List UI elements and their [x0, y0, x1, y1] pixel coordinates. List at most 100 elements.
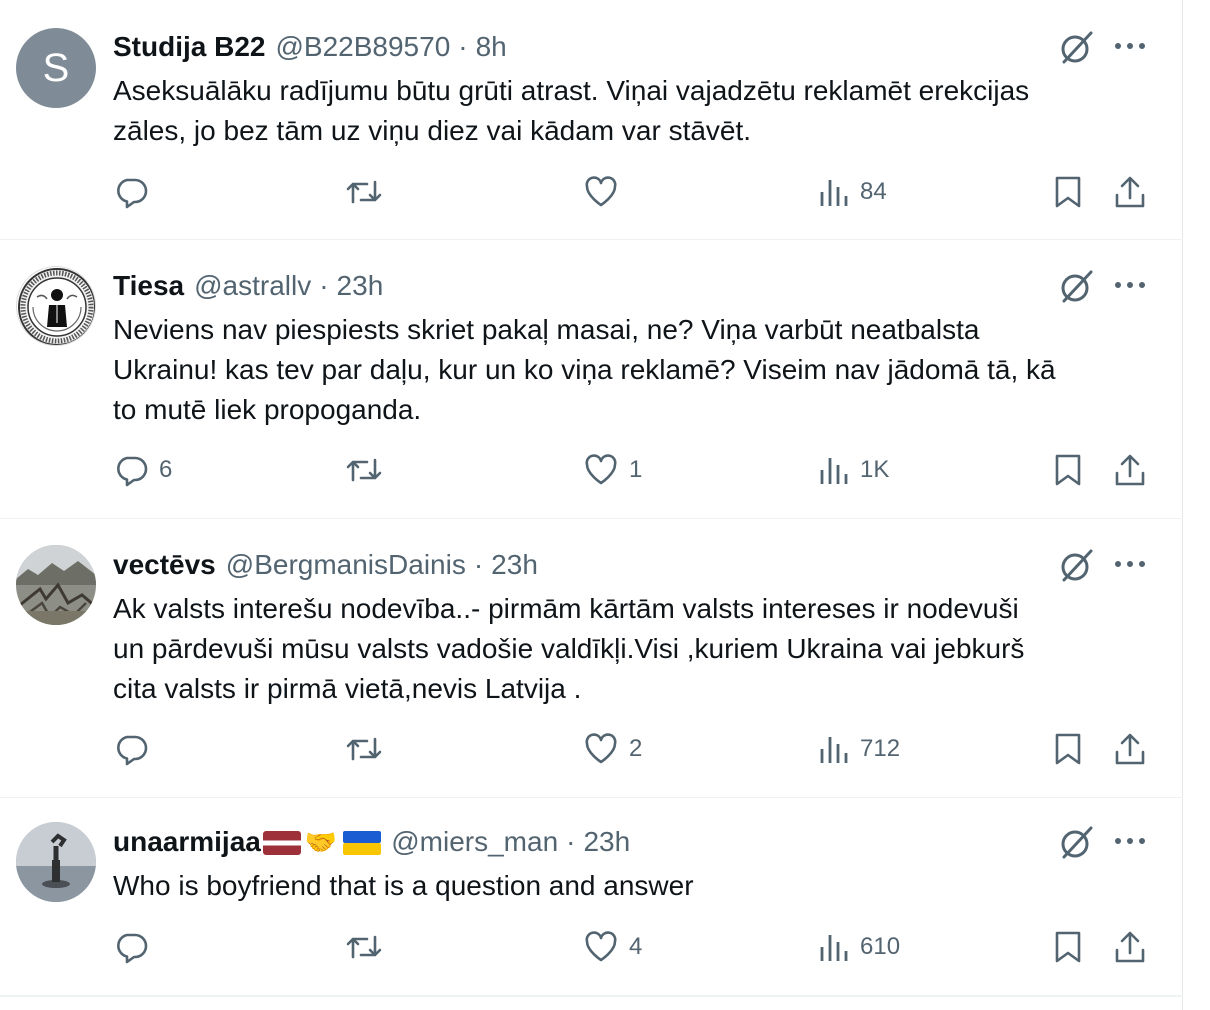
- grok-icon[interactable]: [1058, 823, 1096, 861]
- reply-icon: [113, 174, 149, 210]
- bookmark-button[interactable]: [1052, 731, 1084, 767]
- share-button[interactable]: [1112, 731, 1148, 767]
- bookmark-button[interactable]: [1052, 174, 1084, 210]
- bookmark-button[interactable]: [1052, 452, 1084, 488]
- reply-icon: [113, 452, 149, 488]
- retweet-button[interactable]: [344, 929, 394, 965]
- grok-icon[interactable]: [1058, 28, 1096, 66]
- tweet[interactable]: S Studija B22 @B22B89570 · 8h Aseksuālāk…: [0, 0, 1183, 240]
- timestamp[interactable]: 23h: [583, 826, 630, 858]
- user-handle[interactable]: @BergmanisDainis: [226, 549, 466, 581]
- like-button[interactable]: 2: [583, 731, 642, 767]
- timestamp[interactable]: 23h: [491, 549, 538, 581]
- tweet-header: Tiesa @astrallv · 23h: [113, 268, 383, 304]
- views-icon: [818, 929, 850, 965]
- retweet-icon: [344, 731, 384, 767]
- retweet-icon: [344, 452, 384, 488]
- views-button[interactable]: 84: [818, 174, 887, 210]
- more-icon[interactable]: [1112, 267, 1148, 303]
- share-icon: [1112, 174, 1148, 210]
- tweet-text-line: Aseksuālāku radījumu būtu grūti atrast. …: [113, 75, 1030, 106]
- user-handle[interactable]: @astrallv: [194, 270, 311, 302]
- retweet-button[interactable]: [344, 174, 394, 210]
- avatar[interactable]: S: [16, 28, 96, 108]
- like-button[interactable]: [583, 174, 629, 210]
- avatar[interactable]: [16, 545, 96, 625]
- timestamp[interactable]: 8h: [476, 31, 507, 63]
- grok-icon[interactable]: [1058, 546, 1096, 584]
- reply-count: 6: [159, 456, 173, 483]
- tweet-text-line: Neviens nav piespiests skriet pakaļ masa…: [113, 314, 980, 345]
- timestamp[interactable]: 23h: [337, 270, 384, 302]
- like-button[interactable]: 4: [583, 929, 642, 965]
- views-button[interactable]: 1K: [818, 452, 889, 488]
- views-icon: [818, 174, 850, 210]
- more-icon[interactable]: [1112, 28, 1148, 64]
- separator: ·: [458, 31, 468, 62]
- share-button[interactable]: [1112, 929, 1148, 965]
- bookmark-button[interactable]: [1052, 929, 1084, 965]
- reply-button[interactable]: 6: [113, 452, 172, 488]
- views-button[interactable]: 712: [818, 731, 900, 767]
- display-name[interactable]: Tiesa: [113, 270, 184, 302]
- retweet-icon: [344, 174, 384, 210]
- views-count: 610: [860, 933, 901, 960]
- reply-button[interactable]: [113, 174, 159, 210]
- user-handle[interactable]: @B22B89570: [275, 31, 450, 63]
- separator: ·: [319, 270, 329, 301]
- more-icon[interactable]: [1112, 823, 1148, 859]
- tweet[interactable]: vectēvs @BergmanisDainis · 23h Ak valsts…: [0, 519, 1183, 798]
- tweet-text-line: Ukrainu! kas tev par daļu, kur un ko viņ…: [113, 354, 1056, 385]
- reply-icon: [113, 929, 149, 965]
- display-name[interactable]: unaarmijaa: [113, 826, 261, 858]
- views-icon: [818, 452, 850, 488]
- reply-icon: [113, 731, 149, 767]
- tweet[interactable]: Tiesa @astrallv · 23h Neviens nav piespi…: [0, 240, 1183, 519]
- next-tweet-divider: [0, 996, 1183, 997]
- views-icon: [818, 731, 850, 767]
- action-bar: 6 1 1K: [0, 452, 1183, 496]
- views-count: 712: [860, 735, 901, 762]
- tweet-text: Aseksuālāku radījumu būtu grūti atrast. …: [113, 71, 1153, 151]
- reply-button[interactable]: [113, 929, 159, 965]
- photo-avatar-icon: [16, 822, 96, 902]
- display-name[interactable]: vectēvs: [113, 549, 216, 581]
- tweet-text-line: un pārdevuši mūsu valsts vadošie valdīkļ…: [113, 633, 1025, 664]
- more-icon[interactable]: [1112, 546, 1148, 582]
- tweet-text-line: zāles, jo bez tām uz viņu diez vai kādam…: [113, 115, 752, 146]
- tweet-text: Who is boyfriend that is a question and …: [113, 866, 1153, 906]
- grok-icon[interactable]: [1058, 267, 1096, 305]
- action-bar: 4 610: [0, 929, 1183, 973]
- user-handle[interactable]: @miers_man: [391, 826, 558, 858]
- tweet-text-line: to mutē liek propoganda.: [113, 394, 422, 425]
- views-button[interactable]: 610: [818, 929, 900, 965]
- action-bar: 84: [0, 174, 1183, 218]
- separator: ·: [566, 826, 576, 857]
- photo-avatar-icon: [16, 545, 96, 625]
- avatar[interactable]: [16, 822, 96, 902]
- tweet-header: vectēvs @BergmanisDainis · 23h: [113, 547, 538, 583]
- tweet-text-line: cita valsts ir pirmā vietā,nevis Latvija…: [113, 673, 582, 704]
- bookmark-icon: [1052, 174, 1084, 210]
- tweet-text: Ak valsts interešu nodevība..- pirmām kā…: [113, 589, 1153, 709]
- ukraine-flag-icon: [343, 830, 382, 855]
- views-count: 84: [860, 178, 887, 205]
- retweet-button[interactable]: [344, 452, 394, 488]
- bookmark-icon: [1052, 452, 1084, 488]
- tweet-header: unaarmijaa 🤝 @miers_man · 23h: [113, 824, 630, 860]
- tweet-text-line: Ak valsts interešu nodevība..- pirmām kā…: [113, 593, 1019, 624]
- reply-button[interactable]: [113, 731, 159, 767]
- like-button[interactable]: 1: [583, 452, 642, 488]
- like-icon: [583, 929, 619, 965]
- display-name[interactable]: Studija B22: [113, 31, 265, 63]
- share-button[interactable]: [1112, 452, 1148, 488]
- avatar-letter: S: [42, 45, 70, 90]
- share-button[interactable]: [1112, 174, 1148, 210]
- bookmark-icon: [1052, 731, 1084, 767]
- share-icon: [1112, 929, 1148, 965]
- avatar[interactable]: [16, 266, 96, 346]
- retweet-button[interactable]: [344, 731, 394, 767]
- handshake-icon: 🤝: [304, 826, 338, 857]
- tweet-header: Studija B22 @B22B89570 · 8h: [113, 29, 507, 65]
- tweet[interactable]: unaarmijaa 🤝 @miers_man · 23h Who is boy…: [0, 798, 1183, 996]
